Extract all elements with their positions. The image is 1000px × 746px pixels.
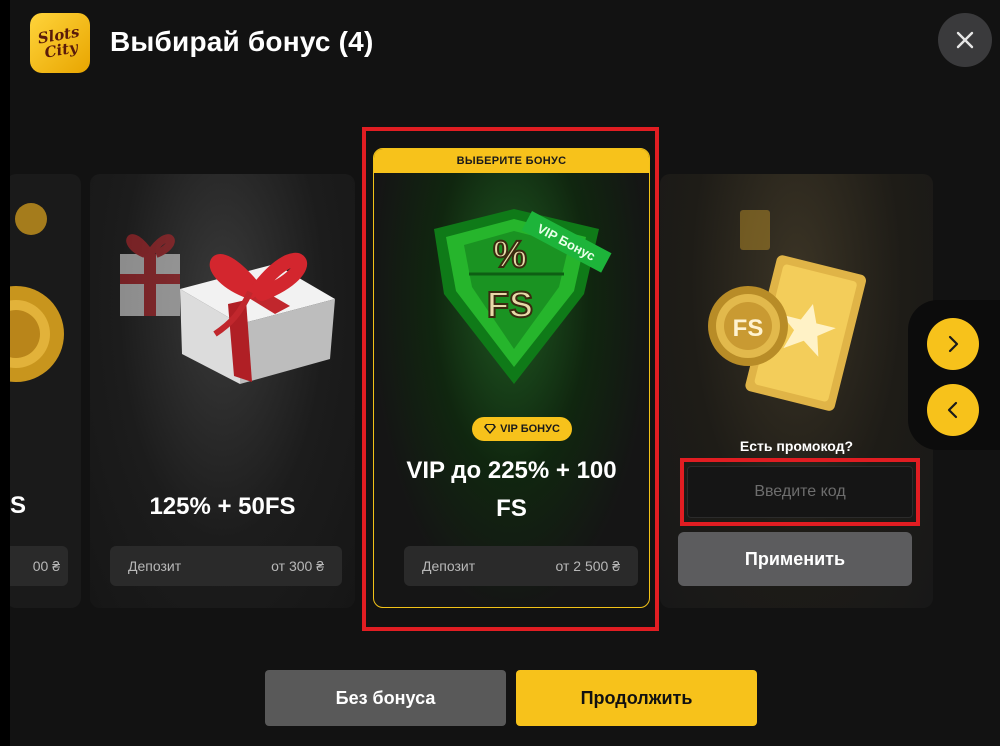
vip-deposit-label: Депозит [422,558,476,574]
shield-percent-text: % [493,234,527,276]
no-bonus-button[interactable]: Без бонуса [265,670,506,726]
partial-deposit-value: 00 ₴ [32,558,60,574]
close-icon [956,31,974,49]
next-button[interactable] [927,318,979,370]
gift-deposit-value: от 300 ₴ [271,558,324,574]
vip-deposit-box: Депозит от 2 500 ₴ [404,546,638,586]
bonus-card-vip[interactable]: ВЫБЕРИТЕ БОНУС VIP Бонус % FS VIP БОНУС … [373,148,650,608]
diamond-icon [484,424,497,434]
slots-city-logo: Slots City [30,13,90,73]
shield-fs-text: FS [487,284,533,325]
apply-promo-button[interactable]: Применить [678,532,912,586]
gift-deposit-label: Депозит [128,558,182,574]
promo-code-input[interactable] [687,466,913,518]
promo-code-label: Есть промокод? [739,438,854,454]
bonus-modal: Slots City Выбирай бонус (4) S 00 ₴ 125%… [10,0,1000,746]
vip-title-line-1: VIP до 225% + 100 [406,457,617,484]
partial-card-title: S [10,492,27,519]
vip-card-title: VIP до 225% + 100 FS [374,452,649,528]
bonus-card-partial[interactable]: S 00 ₴ [10,174,81,608]
chevron-right-icon [948,335,959,353]
partial-deposit-box: 00 ₴ [10,546,68,586]
chevron-left-icon [947,401,958,419]
gift-boxes-image [120,234,335,384]
gift-card-title: 125% + 50FS [149,493,296,520]
left-edge [0,0,10,746]
vip-card-header: ВЫБЕРИТЕ БОНУС [374,149,649,173]
vip-shield-icon: VIP Бонус % FS [434,209,612,384]
close-button[interactable] [938,13,992,67]
fs-coin-ticket-image: FS [708,210,866,411]
prev-button[interactable] [927,384,979,436]
bonus-card-gift[interactable]: 125% + 50FS Депозит от 300 ₴ [90,174,355,608]
page-title: Выбирай бонус (4) [110,26,374,57]
vip-badge: VIP БОНУС [472,417,572,441]
vip-title-line-2: FS [496,495,527,522]
continue-button[interactable]: Продолжить [516,670,757,726]
gift-deposit-box: Депозит от 300 ₴ [110,546,342,586]
vip-deposit-value: от 2 500 ₴ [555,558,621,574]
logo-text: Slots City [36,23,83,62]
coin-icon [10,203,64,382]
logo-word-2: City [43,38,80,62]
coin-fs-text: FS [733,315,764,342]
vip-badge-text: VIP БОНУС [500,423,560,435]
